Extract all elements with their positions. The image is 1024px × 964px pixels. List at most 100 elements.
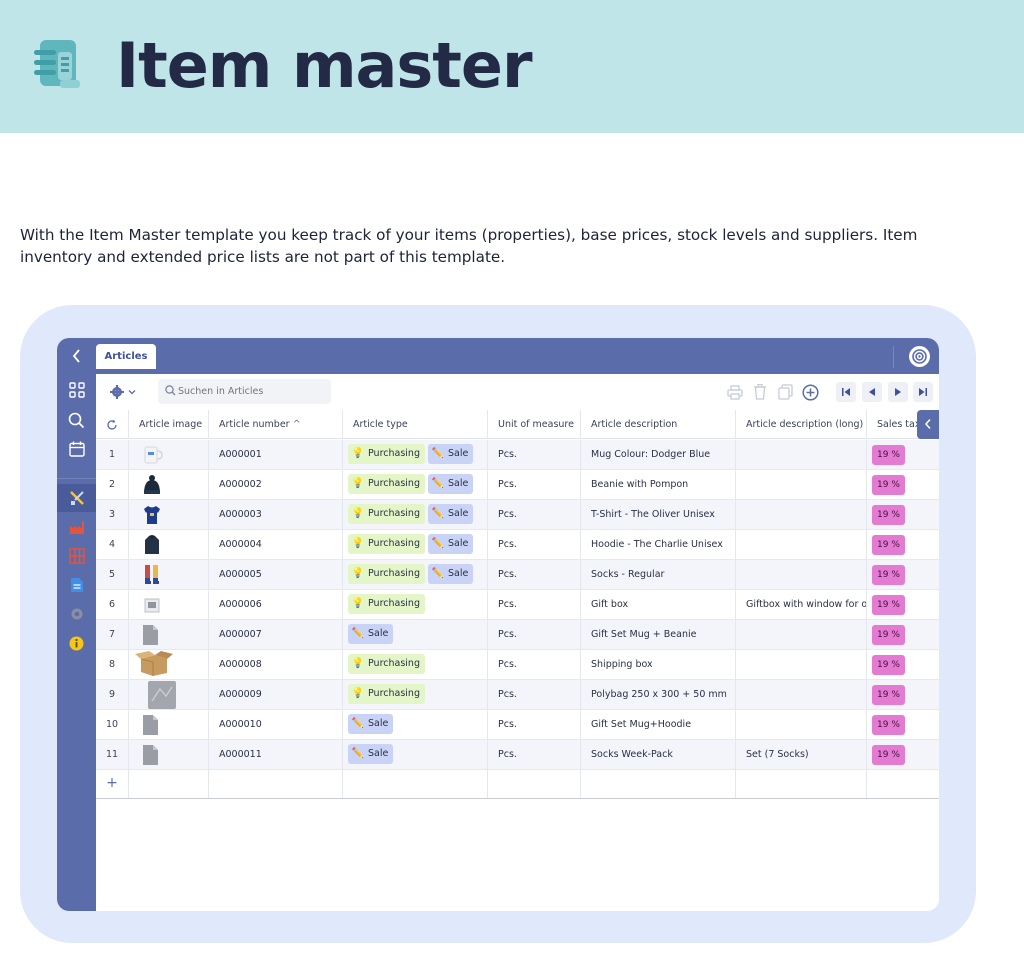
article-type-cell[interactable]: 💡 Purchasing [343,590,488,619]
article-type-cell[interactable]: 💡 Purchasing ✏️ Sale [343,560,488,589]
duplicate-button[interactable] [776,383,794,401]
article-description-cell[interactable]: Gift Set Mug + Beanie [581,620,736,649]
unit-of-measure-cell[interactable]: Pcs. [488,710,581,739]
article-description-long-cell[interactable] [736,470,867,499]
column-header-unit-of-measure[interactable]: Unit of measure [488,410,581,439]
article-number-cell[interactable]: A000002 [209,470,343,499]
sidebar-item-search[interactable] [57,406,96,434]
sales-tax-cell[interactable]: 19 % [867,470,939,499]
table-row[interactable]: 1 A000001 💡 Purchasing ✏️ Sale Pcs. Mug Colour:… [96,440,939,470]
article-description-long-cell[interactable] [736,620,867,649]
article-description-cell[interactable]: Socks - Regular [581,560,736,589]
next-page-button[interactable] [888,382,908,402]
print-button[interactable] [726,383,744,401]
add-record-button[interactable] [801,383,819,401]
sidebar-item-shelves[interactable] [57,542,96,570]
sidebar-item-documents[interactable] [57,571,96,599]
back-button[interactable] [69,347,85,365]
article-type-cell[interactable]: ✏️ Sale [343,740,488,769]
article-number-cell[interactable]: A000010 [209,710,343,739]
unit-of-measure-cell[interactable]: Pcs. [488,680,581,709]
article-number-cell[interactable]: A000007 [209,620,343,649]
article-description-long-cell[interactable] [736,650,867,679]
target-button[interactable] [909,346,930,367]
tab-articles[interactable]: Articles [96,344,156,369]
unit-of-measure-cell[interactable]: Pcs. [488,530,581,559]
article-description-long-cell[interactable] [736,710,867,739]
article-description-cell[interactable]: Mug Colour: Dodger Blue [581,440,736,469]
table-row[interactable]: 8 A000008 💡 Purchasing Pcs. Shipping box 19 % [96,650,939,680]
article-type-cell[interactable]: 💡 Purchasing ✏️ Sale [343,530,488,559]
sidebar-item-calendar[interactable] [57,435,96,463]
table-row[interactable]: 9 A000009 💡 Purchasing Pcs. Polybag 250 x 300… [96,680,939,710]
previous-page-button[interactable] [862,382,882,402]
first-page-button[interactable] [836,382,856,402]
sales-tax-cell[interactable]: 19 % [867,620,939,649]
article-description-cell[interactable]: Gift box [581,590,736,619]
sales-tax-cell[interactable]: 19 % [867,740,939,769]
collapse-panel-button[interactable] [917,410,939,439]
article-description-long-cell[interactable] [736,530,867,559]
article-number-cell[interactable]: A000003 [209,500,343,529]
unit-of-measure-cell[interactable]: Pcs. [488,440,581,469]
column-header-article-type[interactable]: Article type [343,410,488,439]
article-type-cell[interactable]: 💡 Purchasing ✏️ Sale [343,500,488,529]
sidebar-item-settings[interactable] [57,600,96,628]
sales-tax-cell[interactable]: 19 % [867,590,939,619]
article-description-cell[interactable]: Socks Week-Pack [581,740,736,769]
unit-of-measure-cell[interactable]: Pcs. [488,500,581,529]
table-row[interactable]: 6 A000006 💡 Purchasing Pcs. Gift box Giftbox w… [96,590,939,620]
unit-of-measure-cell[interactable]: Pcs. [488,620,581,649]
table-row[interactable]: 11 A000011 ✏️ Sale Pcs. Socks Week-Pack Set (7… [96,740,939,770]
article-description-long-cell[interactable] [736,680,867,709]
article-description-long-cell[interactable]: Set (7 Socks) [736,740,867,769]
table-row[interactable]: 2 A000002 💡 Purchasing ✏️ Sale Pcs. Beanie with… [96,470,939,500]
sales-tax-cell[interactable]: 19 % [867,560,939,589]
article-number-cell[interactable]: A000006 [209,590,343,619]
article-number-cell[interactable]: A000011 [209,740,343,769]
article-description-cell[interactable]: T-Shirt - The Oliver Unisex [581,500,736,529]
search-input[interactable] [178,383,326,400]
article-number-cell[interactable]: A000001 [209,440,343,469]
article-description-cell[interactable]: Hoodie - The Charlie Unisex [581,530,736,559]
last-page-button[interactable] [913,382,933,402]
article-description-cell[interactable]: Shipping box [581,650,736,679]
delete-button[interactable] [751,383,769,401]
sales-tax-cell[interactable]: 19 % [867,500,939,529]
article-description-long-cell[interactable] [736,500,867,529]
refresh-button[interactable] [96,410,129,439]
unit-of-measure-cell[interactable]: Pcs. [488,740,581,769]
table-row[interactable]: 5 A000005 💡 Purchasing ✏️ Sale Pcs. Socks - Reg… [96,560,939,590]
article-number-cell[interactable]: A000004 [209,530,343,559]
article-type-cell[interactable]: 💡 Purchasing ✏️ Sale [343,440,488,469]
column-header-article-image[interactable]: Article image [129,410,209,439]
sales-tax-cell[interactable]: 19 % [867,650,939,679]
article-description-cell[interactable]: Beanie with Pompon [581,470,736,499]
unit-of-measure-cell[interactable]: Pcs. [488,560,581,589]
unit-of-measure-cell[interactable]: Pcs. [488,470,581,499]
article-number-cell[interactable]: A000008 [209,650,343,679]
column-header-article-number[interactable]: Article number ^ [209,410,343,439]
article-type-cell[interactable]: ✏️ Sale [343,710,488,739]
sales-tax-cell[interactable]: 19 % [867,440,939,469]
article-description-cell[interactable]: Gift Set Mug+Hoodie [581,710,736,739]
article-description-long-cell[interactable]: Giftbox with window for on [736,590,867,619]
article-number-cell[interactable]: A000009 [209,680,343,709]
article-type-cell[interactable]: 💡 Purchasing ✏️ Sale [343,470,488,499]
column-header-article-description[interactable]: Article description [581,410,736,439]
sales-tax-cell[interactable]: 19 % [867,530,939,559]
column-header-sales-tax[interactable]: Sales tax [867,410,917,439]
unit-of-measure-cell[interactable]: Pcs. [488,650,581,679]
article-description-long-cell[interactable] [736,440,867,469]
table-row[interactable]: 4 A000004 💡 Purchasing ✏️ Sale Pcs. Hoodie - Th… [96,530,939,560]
table-row[interactable]: 3 A000003 💡 Purchasing ✏️ Sale Pcs. T-Shirt - T… [96,500,939,530]
sidebar-item-factory[interactable] [57,513,96,541]
sidebar-item-tools[interactable] [57,484,96,512]
sales-tax-cell[interactable]: 19 % [867,710,939,739]
sales-tax-cell[interactable]: 19 % [867,680,939,709]
grid-settings-button[interactable] [110,383,142,401]
column-header-article-description-long[interactable]: Article description (long) [736,410,867,439]
table-row[interactable]: 10 A000010 ✏️ Sale Pcs. Gift Set Mug+Hoodie 19… [96,710,939,740]
add-row-button[interactable]: + [96,769,129,798]
article-type-cell[interactable]: ✏️ Sale [343,620,488,649]
